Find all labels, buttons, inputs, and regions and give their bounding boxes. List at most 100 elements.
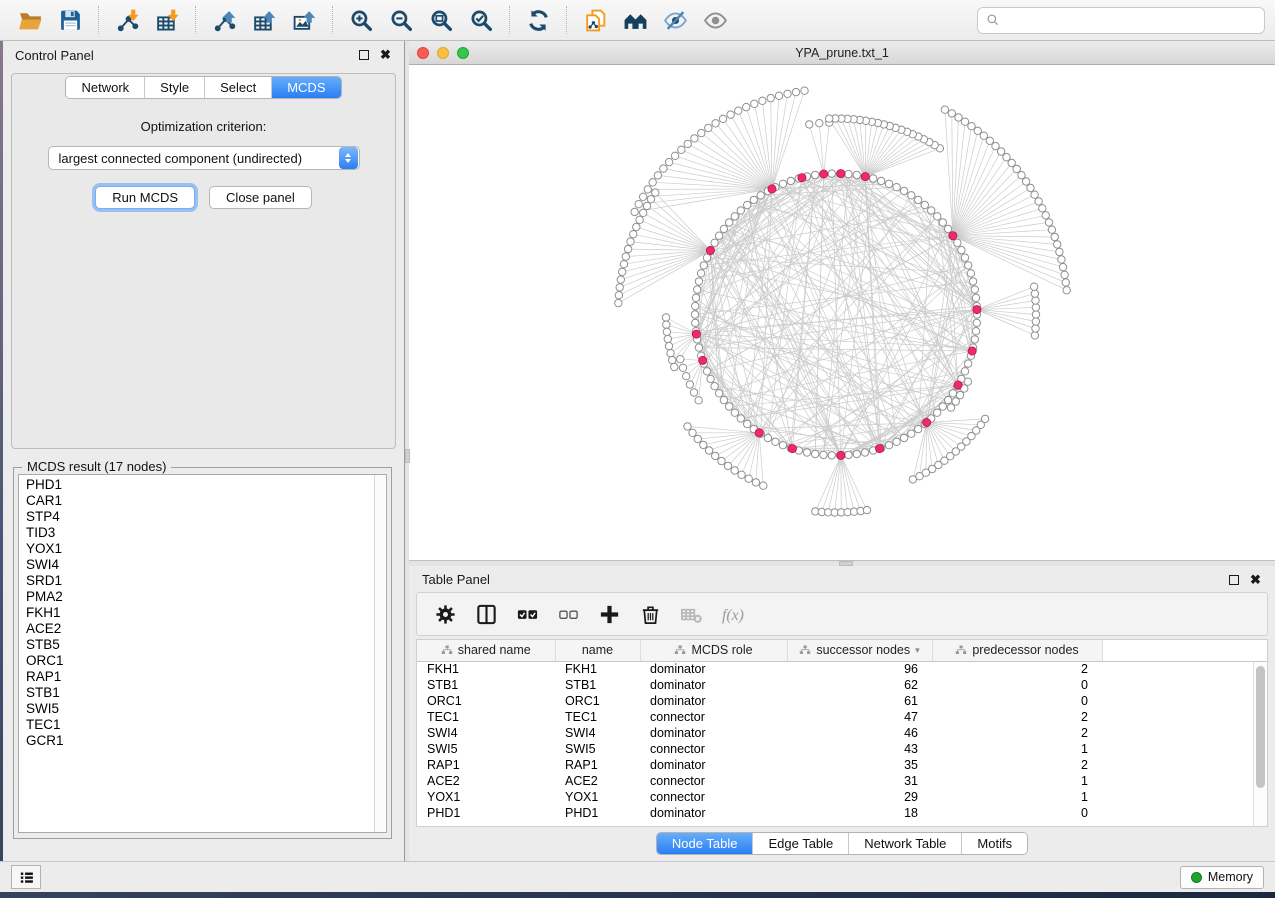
cell-name[interactable]: SWI5 <box>555 741 640 757</box>
cell-shared-name[interactable]: YOX1 <box>417 789 555 805</box>
cell-MCDS-role[interactable]: connector <box>640 789 787 805</box>
cell-predecessor-nodes[interactable]: 1 <box>932 741 1102 757</box>
mcds-result-item[interactable]: FKH1 <box>26 605 374 621</box>
export-network-icon[interactable] <box>204 4 244 36</box>
cell-predecessor-nodes[interactable]: 0 <box>932 677 1102 693</box>
cell-name[interactable]: ORC1 <box>555 693 640 709</box>
hide-selected-icon[interactable] <box>655 4 695 36</box>
cell-name[interactable]: RAP1 <box>555 757 640 773</box>
column-header-MCDS-role[interactable]: MCDS role <box>640 640 787 661</box>
table-row[interactable]: PHD1PHD1dominator180 <box>417 805 1267 821</box>
cell-name[interactable]: YOX1 <box>555 789 640 805</box>
mcds-result-item[interactable]: SRD1 <box>26 573 374 589</box>
network-window-titlebar[interactable]: YPA_prune.txt_1 <box>409 41 1275 65</box>
table-scrollbar[interactable] <box>1253 662 1267 826</box>
cell-predecessor-nodes[interactable]: 2 <box>932 709 1102 725</box>
mcds-result-item[interactable]: STB1 <box>26 685 374 701</box>
cell-predecessor-nodes[interactable]: 1 <box>932 773 1102 789</box>
scrollbar-thumb[interactable] <box>1256 666 1265 788</box>
cell-predecessor-nodes[interactable]: 2 <box>932 725 1102 741</box>
mcds-result-item[interactable]: SWI4 <box>26 557 374 573</box>
table-row[interactable]: SWI5SWI5connector431 <box>417 741 1267 757</box>
export-table-icon[interactable] <box>244 4 284 36</box>
cell-shared-name[interactable]: TEC1 <box>417 709 555 725</box>
cell-successor-nodes[interactable]: 96 <box>787 661 932 677</box>
cell-predecessor-nodes[interactable]: 0 <box>932 805 1102 821</box>
column-header-predecessor-nodes[interactable]: predecessor nodes <box>932 640 1102 661</box>
table-row[interactable]: FKH1FKH1dominator962 <box>417 661 1267 677</box>
cell-successor-nodes[interactable]: 62 <box>787 677 932 693</box>
cell-MCDS-role[interactable]: dominator <box>640 693 787 709</box>
cell-MCDS-role[interactable]: dominator <box>640 725 787 741</box>
table-row[interactable]: SWI4SWI4dominator462 <box>417 725 1267 741</box>
cell-MCDS-role[interactable]: dominator <box>640 757 787 773</box>
table-row[interactable]: ACE2ACE2connector311 <box>417 773 1267 789</box>
optimization-criterion-select[interactable]: largest connected component (undirected) <box>48 146 360 170</box>
zoom-out-icon[interactable] <box>381 4 421 36</box>
mcds-result-item[interactable]: RAP1 <box>26 669 374 685</box>
float-icon[interactable] <box>357 49 370 62</box>
cell-MCDS-role[interactable]: connector <box>640 773 787 789</box>
table-row[interactable]: RAP1RAP1dominator352 <box>417 757 1267 773</box>
mcds-result-item[interactable]: PMA2 <box>26 589 374 605</box>
cell-shared-name[interactable]: SWI5 <box>417 741 555 757</box>
mcds-result-item[interactable]: TID3 <box>26 525 374 541</box>
cell-successor-nodes[interactable]: 29 <box>787 789 932 805</box>
tab-edge-table[interactable]: Edge Table <box>752 833 848 854</box>
tab-mcds[interactable]: MCDS <box>271 77 340 98</box>
cell-predecessor-nodes[interactable]: 2 <box>932 757 1102 773</box>
mcds-result-item[interactable]: YOX1 <box>26 541 374 557</box>
deselect-all-icon[interactable] <box>552 598 584 630</box>
mcds-result-item[interactable]: SWI5 <box>26 701 374 717</box>
cell-successor-nodes[interactable]: 46 <box>787 725 932 741</box>
close-panel-button[interactable]: Close panel <box>209 186 312 209</box>
mcds-list-scrollbar[interactable] <box>374 475 386 832</box>
cell-name[interactable]: FKH1 <box>555 661 640 677</box>
cell-MCDS-role[interactable]: dominator <box>640 661 787 677</box>
column-header-shared-name[interactable]: shared name <box>417 640 555 661</box>
clone-network-icon[interactable] <box>575 4 615 36</box>
zoom-in-icon[interactable] <box>341 4 381 36</box>
mcds-result-item[interactable]: PHD1 <box>26 477 374 493</box>
cell-name[interactable]: TEC1 <box>555 709 640 725</box>
cell-predecessor-nodes[interactable]: 2 <box>932 661 1102 677</box>
cell-name[interactable]: STB1 <box>555 677 640 693</box>
cell-MCDS-role[interactable]: dominator <box>640 805 787 821</box>
cell-successor-nodes[interactable]: 43 <box>787 741 932 757</box>
zoom-fit-icon[interactable] <box>421 4 461 36</box>
tab-network[interactable]: Network <box>66 77 144 98</box>
cell-MCDS-role[interactable]: dominator <box>640 677 787 693</box>
cell-successor-nodes[interactable]: 47 <box>787 709 932 725</box>
tab-select[interactable]: Select <box>204 77 271 98</box>
show-all-icon[interactable] <box>695 4 735 36</box>
cell-shared-name[interactable]: STB1 <box>417 677 555 693</box>
mcds-result-item[interactable]: GCR1 <box>26 733 374 749</box>
mcds-result-item[interactable]: STB5 <box>26 637 374 653</box>
tab-style[interactable]: Style <box>144 77 204 98</box>
tab-node-table[interactable]: Node Table <box>657 833 753 854</box>
network-canvas[interactable] <box>409 65 1275 560</box>
cell-MCDS-role[interactable]: connector <box>640 709 787 725</box>
tab-network-table[interactable]: Network Table <box>848 833 961 854</box>
table-row[interactable]: TEC1TEC1connector472 <box>417 709 1267 725</box>
zoom-selected-icon[interactable] <box>461 4 501 36</box>
open-folder-icon[interactable] <box>10 4 50 36</box>
cell-name[interactable]: SWI4 <box>555 725 640 741</box>
cell-MCDS-role[interactable]: connector <box>640 741 787 757</box>
cell-shared-name[interactable]: RAP1 <box>417 757 555 773</box>
columns-icon[interactable] <box>470 598 502 630</box>
cell-name[interactable]: ACE2 <box>555 773 640 789</box>
add-column-icon[interactable] <box>593 598 625 630</box>
cell-name[interactable]: PHD1 <box>555 805 640 821</box>
mcds-result-item[interactable]: ACE2 <box>26 621 374 637</box>
mcds-result-item[interactable]: CAR1 <box>26 493 374 509</box>
gear-icon[interactable] <box>429 598 461 630</box>
cell-successor-nodes[interactable]: 61 <box>787 693 932 709</box>
cell-predecessor-nodes[interactable]: 1 <box>932 789 1102 805</box>
cell-predecessor-nodes[interactable]: 0 <box>932 693 1102 709</box>
mcds-result-item[interactable]: ORC1 <box>26 653 374 669</box>
table-row[interactable]: YOX1YOX1connector291 <box>417 789 1267 805</box>
mcds-result-list[interactable]: PHD1CAR1STP4TID3YOX1SWI4SRD1PMA2FKH1ACE2… <box>18 474 387 833</box>
column-header-name[interactable]: name <box>555 640 640 661</box>
select-all-icon[interactable] <box>511 598 543 630</box>
